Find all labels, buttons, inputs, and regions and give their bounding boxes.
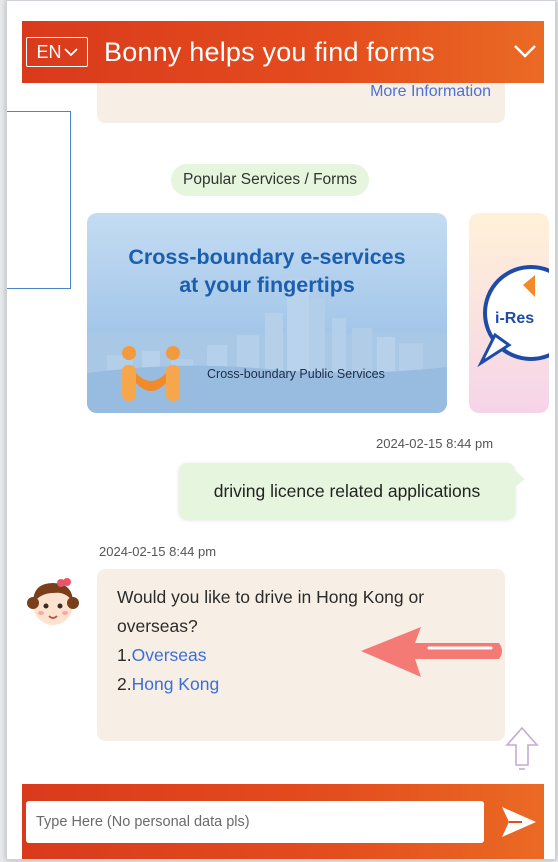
previous-message-bubble: More Information (97, 83, 505, 123)
highlight-overlay-box (7, 111, 71, 289)
message-input[interactable] (26, 801, 484, 843)
option-number: 1. (117, 645, 132, 665)
banner-subtitle: Cross-boundary Public Services (207, 367, 385, 381)
scroll-up-arrow-icon[interactable] (503, 725, 541, 771)
user-message-text: driving licence related applications (213, 480, 481, 501)
chat-title: Bonny helps you find forms (104, 36, 435, 67)
cross-boundary-services-banner[interactable]: Cross-boundary e-services at your finger… (87, 213, 447, 413)
option-hong-kong-link[interactable]: Hong Kong (132, 674, 220, 694)
more-information-link[interactable]: More Information (370, 83, 491, 101)
collapse-chevron-icon[interactable] (512, 40, 538, 62)
banner-title: Cross-boundary e-services at your finger… (128, 245, 406, 297)
chevron-down-icon (63, 48, 78, 57)
message-timestamp: 2024-02-15 8:44 pm (376, 436, 494, 451)
language-toggle-button[interactable]: EN (26, 37, 88, 67)
red-arrow-annotation-icon (361, 627, 502, 677)
bot-avatar (27, 578, 79, 625)
user-message-bubble: driving licence related applications (179, 463, 525, 519)
speech-badge-icon: i-Res (477, 265, 549, 368)
chat-composer (22, 784, 544, 859)
option-number: 2. (117, 674, 132, 694)
option-overseas-link[interactable]: Overseas (132, 645, 207, 665)
popular-services-label: Popular Services / Forms (171, 164, 369, 196)
language-label: EN (36, 41, 62, 62)
chat-window: EN Bonny helps you find forms More Infor… (6, 0, 556, 860)
second-service-banner[interactable]: i-Res (469, 213, 549, 413)
badge-text: i-Res (495, 310, 534, 327)
message-timestamp: 2024-02-15 8:44 pm (99, 544, 217, 559)
cross-boundary-logo-icon (122, 346, 180, 401)
send-icon[interactable] (500, 804, 538, 840)
chat-header: EN Bonny helps you find forms (22, 21, 544, 83)
